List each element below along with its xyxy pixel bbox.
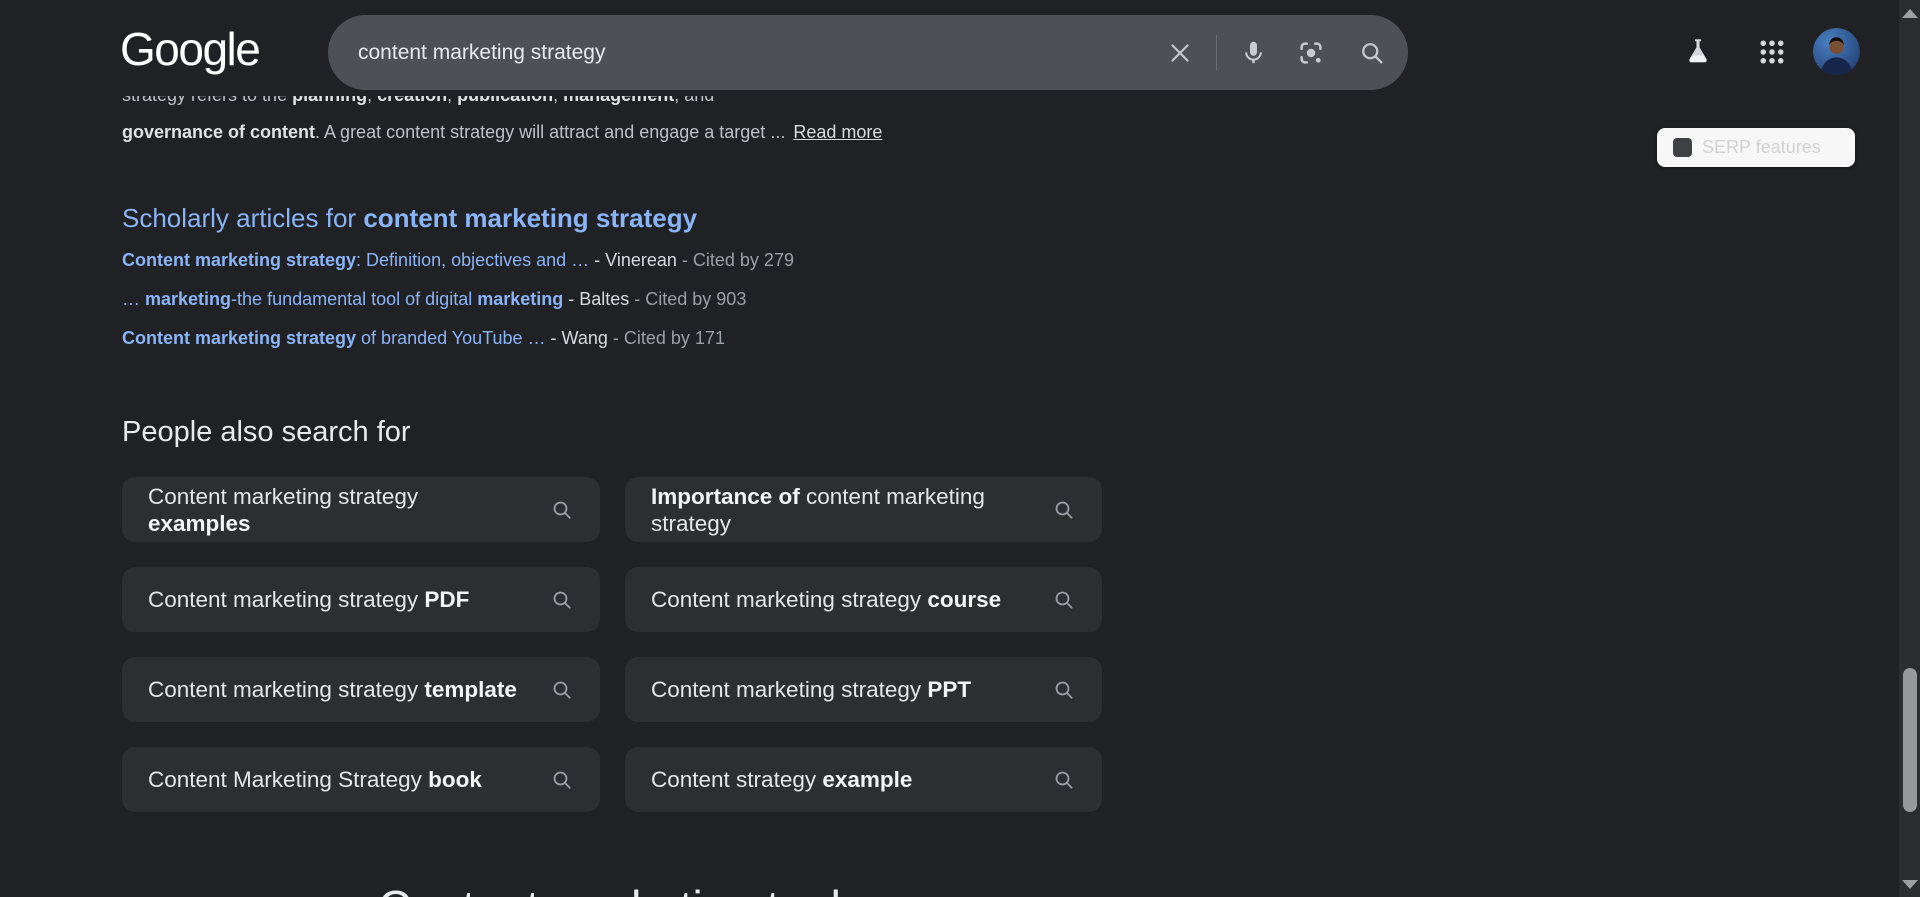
magnifier-icon (550, 678, 574, 702)
scholarly-articles-list: Content marketing strategy: Definition, … (122, 241, 794, 357)
related-search-chip[interactable]: Content marketing strategy PPT (625, 657, 1102, 722)
scholarly-articles-heading-link[interactable]: Scholarly articles for content marketing… (122, 202, 697, 234)
related-search-chip[interactable]: Content marketing strategy course (625, 567, 1102, 632)
magnifier-icon (1052, 588, 1076, 612)
related-search-chip[interactable]: Importance of content marketing strategy (625, 477, 1102, 542)
apps-grid-icon[interactable] (1757, 37, 1787, 67)
scholarly-article-link[interactable]: Content marketing strategy of branded Yo… (122, 319, 794, 358)
magnifier-icon (550, 588, 574, 612)
related-searches-grid: Content marketing strategy examples Impo… (122, 477, 1102, 812)
scrollbar-thumb[interactable] (1902, 668, 1917, 812)
serp-features-checkbox[interactable] (1673, 138, 1692, 157)
google-serp-page: Google content marketing strategy SERP f… (0, 0, 1920, 897)
mic-icon[interactable] (1240, 39, 1267, 66)
related-search-chip[interactable]: Content Marketing Strategy book (122, 747, 600, 812)
related-search-chip[interactable]: Content marketing strategy PDF (122, 567, 600, 632)
scroll-down-arrow[interactable] (1901, 880, 1918, 889)
scrollbar-track[interactable] (1899, 0, 1920, 897)
serp-features-label: SERP features (1702, 137, 1821, 157)
related-search-chip[interactable]: Content marketing strategy template (122, 657, 600, 722)
magnifier-icon (1052, 498, 1076, 522)
related-search-chip[interactable]: Content marketing strategy examples (122, 477, 600, 542)
search-input[interactable]: content marketing strategy (358, 15, 605, 90)
next-section-heading-clipped: Content marketing tools (378, 880, 864, 897)
labs-flask-icon[interactable] (1681, 35, 1715, 69)
snippet-clipped-line: strategy refers to the planning, creatio… (122, 96, 1042, 108)
profile-avatar[interactable] (1813, 28, 1860, 75)
snippet-text: governance of content. A great content s… (122, 122, 883, 142)
search-bar-divider (1216, 35, 1217, 70)
clear-icon[interactable] (1167, 40, 1193, 66)
magnifier-icon (1052, 768, 1076, 792)
magnifier-icon (1052, 678, 1076, 702)
google-logo[interactable]: Google (120, 22, 261, 76)
magnifier-icon (550, 498, 574, 522)
serp-features-badge[interactable]: SERP features (1657, 128, 1855, 167)
scholarly-article-link[interactable]: … marketing-the fundamental tool of digi… (122, 280, 794, 319)
related-search-chip[interactable]: Content strategy example (625, 747, 1102, 812)
scroll-up-arrow[interactable] (1901, 9, 1918, 18)
search-bar[interactable]: content marketing strategy (328, 15, 1408, 90)
read-more-link[interactable]: Read more (793, 122, 882, 142)
lens-camera-icon[interactable] (1296, 38, 1326, 68)
search-icon[interactable] (1358, 39, 1386, 67)
people-also-search-heading: People also search for (122, 416, 411, 448)
magnifier-icon (550, 768, 574, 792)
scholarly-article-link[interactable]: Content marketing strategy: Definition, … (122, 241, 794, 280)
